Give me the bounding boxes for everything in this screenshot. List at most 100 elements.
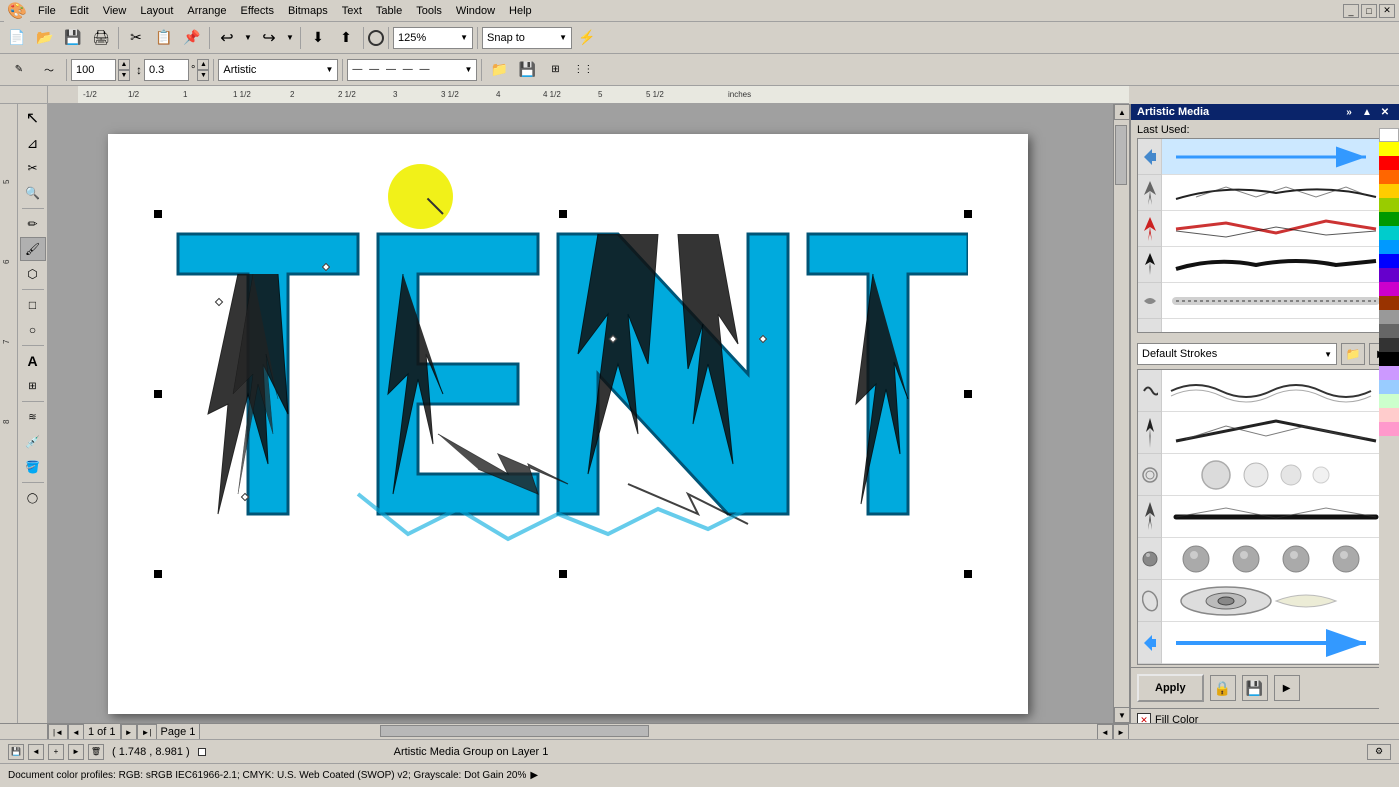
scroll-thumb-v[interactable] xyxy=(1115,125,1127,185)
crop-tool[interactable]: ✂ xyxy=(20,156,46,180)
color-magenta[interactable] xyxy=(1379,282,1399,296)
stroke-item-feather-long[interactable] xyxy=(1162,496,1390,538)
brush-item-feather-color[interactable] xyxy=(1162,211,1390,247)
paste-button[interactable]: 📌 xyxy=(179,25,205,51)
menu-window[interactable]: Window xyxy=(450,3,501,19)
color-verydarkgray[interactable] xyxy=(1379,338,1399,352)
smart-fill-tool[interactable]: ⬡ xyxy=(20,262,46,286)
next-page-status-button[interactable]: ► xyxy=(68,744,84,760)
snap-icon[interactable]: ⚡ xyxy=(574,25,600,51)
add-page-status-button[interactable]: + xyxy=(48,744,64,760)
menu-bitmaps[interactable]: Bitmaps xyxy=(282,3,334,19)
color-lightblue[interactable] xyxy=(1379,240,1399,254)
table-tool[interactable]: ⊞ xyxy=(20,374,46,398)
rectangle-tool[interactable]: □ xyxy=(20,293,46,317)
save-toolbar-button[interactable]: 💾 xyxy=(60,25,86,51)
color-gold[interactable] xyxy=(1379,184,1399,198)
canvas-area[interactable]: × xyxy=(48,104,1129,723)
save-preset-button[interactable]: 💾 xyxy=(1242,675,1268,701)
zoom-display-button[interactable] xyxy=(368,30,384,46)
color-lime[interactable] xyxy=(1379,198,1399,212)
menu-tools[interactable]: Tools xyxy=(410,3,448,19)
page-prev-button[interactable]: ◄ xyxy=(68,724,84,740)
color-pink[interactable] xyxy=(1379,408,1399,422)
strokes-folder-button[interactable]: 📁 xyxy=(1341,343,1365,365)
color-brown[interactable] xyxy=(1379,296,1399,310)
height-down[interactable]: ▼ xyxy=(197,70,209,81)
h-scroll-right[interactable]: ► xyxy=(1113,724,1129,740)
zoom-tool[interactable]: 🔍 xyxy=(20,181,46,205)
print-button[interactable]: 🖨 xyxy=(88,25,114,51)
artistic-media-tool[interactable]: 🖌 xyxy=(20,237,46,261)
brush-item-feather-black[interactable] xyxy=(1162,247,1390,283)
panel-right-button[interactable]: ▶ xyxy=(1274,675,1300,701)
color-red[interactable] xyxy=(1379,156,1399,170)
grid-button[interactable]: ⋮⋮ xyxy=(570,57,596,83)
stroke-item-wave[interactable] xyxy=(1162,370,1390,412)
text-tool[interactable]: A xyxy=(20,349,46,373)
width-down[interactable]: ▼ xyxy=(118,70,130,81)
color-blue[interactable] xyxy=(1379,254,1399,268)
blend-tool[interactable]: ≋ xyxy=(20,405,46,429)
scroll-up-button[interactable]: ▲ xyxy=(1114,104,1129,120)
cut-button[interactable]: ✂ xyxy=(123,25,149,51)
smooth-tool[interactable]: 〜 xyxy=(36,57,62,83)
color-white[interactable] xyxy=(1379,128,1399,142)
undo-dropdown[interactable]: ▼ xyxy=(242,25,254,51)
menu-view[interactable]: View xyxy=(97,3,133,19)
copy-button[interactable]: 📋 xyxy=(151,25,177,51)
fill-tool[interactable]: 🪣 xyxy=(20,455,46,479)
color-profile-expand[interactable]: ▶ xyxy=(530,770,538,781)
color-stop-indicator[interactable] xyxy=(198,748,206,756)
menu-layout[interactable]: Layout xyxy=(134,3,179,19)
menu-effects[interactable]: Effects xyxy=(235,3,280,19)
color-skyblue[interactable] xyxy=(1379,380,1399,394)
color-more[interactable] xyxy=(1379,436,1399,723)
width-spinner[interactable]: ▲ ▼ xyxy=(118,59,130,81)
style-dropdown[interactable]: Artistic ▼ xyxy=(218,59,338,81)
last-used-list[interactable]: ▲ ▼ xyxy=(1137,138,1393,333)
redo-dropdown[interactable]: ▼ xyxy=(284,25,296,51)
redo-button[interactable]: ↪ xyxy=(256,25,282,51)
shape-tool[interactable]: ⊿ xyxy=(20,131,46,155)
color-mintgreen[interactable] xyxy=(1379,394,1399,408)
close-button[interactable]: ✕ xyxy=(1379,4,1395,18)
brush-item-fade[interactable] xyxy=(1162,283,1390,319)
dropper-tool[interactable]: 💉 xyxy=(20,430,46,454)
color-yellow[interactable] xyxy=(1379,142,1399,156)
strokes-list[interactable]: ▲ ▼ xyxy=(1137,369,1393,665)
h-scroll-left[interactable]: ◄ xyxy=(1097,724,1113,740)
menu-file[interactable]: File xyxy=(32,3,62,19)
height-input[interactable] xyxy=(144,59,189,81)
color-gray[interactable] xyxy=(1379,310,1399,324)
width-up[interactable]: ▲ xyxy=(118,59,130,70)
scroll-down-button[interactable]: ▼ xyxy=(1114,707,1129,723)
brush-item-feather-dark[interactable] xyxy=(1162,175,1390,211)
import-button[interactable]: ⬇ xyxy=(305,25,331,51)
page-last-button[interactable]: ►| xyxy=(137,724,157,740)
stroke-item-spiral[interactable] xyxy=(1162,454,1390,496)
zoom-dropdown[interactable]: 125% ▼ xyxy=(393,27,473,49)
panel-float-button[interactable]: ▲ xyxy=(1359,104,1375,120)
panel-expand-button[interactable]: » xyxy=(1341,104,1357,120)
maximize-button[interactable]: □ xyxy=(1361,4,1377,18)
color-orange[interactable] xyxy=(1379,170,1399,184)
snap-dropdown[interactable]: Snap to ▼ xyxy=(482,27,572,49)
undo-button[interactable]: ↩ xyxy=(214,25,240,51)
menu-table[interactable]: Table xyxy=(370,3,408,19)
h-scroll-thumb[interactable] xyxy=(380,725,649,737)
open-file-button[interactable]: 📁 xyxy=(486,57,512,83)
minimize-button[interactable]: _ xyxy=(1343,4,1359,18)
prev-page-status-button[interactable]: ◄ xyxy=(28,744,44,760)
page-first-button[interactable]: |◄ xyxy=(48,724,68,740)
brush-item-arrow[interactable] xyxy=(1162,139,1390,175)
menu-arrange[interactable]: Arrange xyxy=(181,3,232,19)
apply-button[interactable]: Apply xyxy=(1137,674,1204,702)
line-style-dropdown[interactable]: — — — — — ▼ xyxy=(347,59,477,81)
menu-edit[interactable]: Edit xyxy=(64,3,95,19)
save-file-button[interactable]: 💾 xyxy=(514,57,540,83)
selection-tool[interactable]: ↖ xyxy=(20,106,46,130)
height-up[interactable]: ▲ xyxy=(197,59,209,70)
color-cyan[interactable] xyxy=(1379,226,1399,240)
color-lavender[interactable] xyxy=(1379,366,1399,380)
